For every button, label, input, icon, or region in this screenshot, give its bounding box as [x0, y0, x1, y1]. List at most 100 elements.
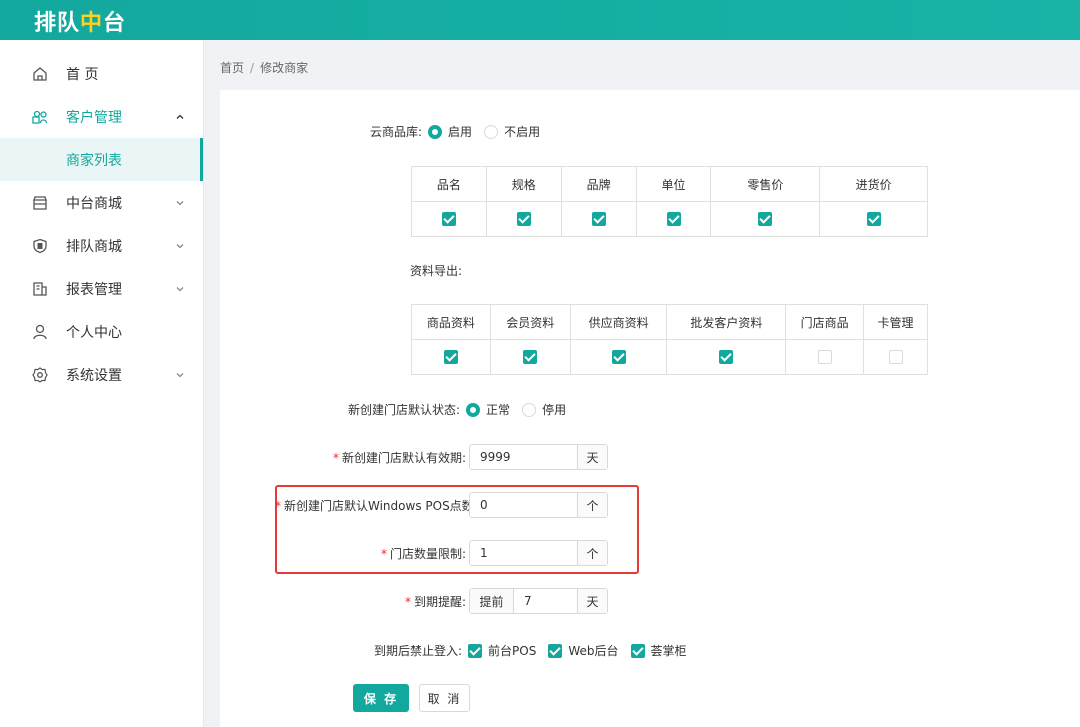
checkbox-pinming[interactable]	[441, 212, 456, 227]
radio-unchecked-icon	[522, 402, 537, 417]
checkbox-supplier-data[interactable]	[611, 350, 626, 365]
sidebar-item-label: 报表管理	[66, 281, 122, 298]
checkbox-store-goods[interactable]	[817, 350, 832, 365]
table-header-row: 商品资料 会员资料 供应商资料 批发客户资料 门店商品 卡管理	[411, 304, 928, 340]
radio-checked-icon	[466, 402, 481, 417]
sidebar-item-label: 中台商城	[66, 195, 122, 212]
store-limit-input[interactable]: 1	[470, 541, 577, 565]
cancel-button[interactable]: 取 消	[419, 684, 470, 712]
top-bar: 排队中台	[0, 0, 1080, 40]
validity-input[interactable]: 9999	[470, 445, 577, 469]
sidebar-item-mid-mall[interactable]: 中台商城	[0, 181, 203, 224]
sidebar-item-label: 客户管理	[66, 109, 122, 126]
report-icon	[32, 281, 48, 297]
expire-remind-input-group: 提前 7 天	[469, 588, 608, 614]
shield-icon	[32, 238, 48, 254]
export-row: 资料导出:	[410, 262, 462, 279]
sidebar-item-label: 排队商城	[66, 238, 122, 255]
required-mark: *	[332, 450, 339, 465]
form-panel: 云商品库: 启用 不启用 品名 规格 品牌 单位 零售价 进货价 资料导出: 商…	[220, 90, 1080, 727]
gear-icon	[32, 366, 48, 383]
checkbox-guige[interactable]	[516, 212, 531, 227]
block-huizhanggui-checkbox[interactable]: 荟掌柜	[630, 642, 687, 659]
save-button[interactable]: 保 存	[353, 684, 409, 712]
table-header: 进货价	[819, 166, 928, 202]
validity-row: * 新创建门店默认有效期: 9999 天	[325, 444, 608, 470]
default-status-row: 新创建门店默认状态: 正常 停用	[348, 401, 578, 418]
table-header: 品名	[411, 166, 487, 202]
checkbox-wholesale-data[interactable]	[719, 350, 734, 365]
table-header: 单位	[635, 166, 712, 202]
cloud-library-enable-radio[interactable]: 启用	[428, 123, 472, 140]
breadcrumb: 首页 / 修改商家	[220, 61, 309, 75]
breadcrumb-home[interactable]: 首页	[220, 61, 244, 75]
app-logo[interactable]: 排队中台	[34, 5, 126, 37]
pos-count-input[interactable]: 0	[470, 493, 577, 517]
checkbox-checked-icon	[630, 643, 645, 658]
status-normal-radio[interactable]: 正常	[466, 401, 510, 418]
sidebar-item-customers[interactable]: 客户管理	[0, 95, 203, 138]
expire-block-label: 到期后禁止登入:	[374, 644, 463, 658]
store-limit-label: 门店数量限制:	[389, 546, 466, 561]
store-limit-unit: 个	[577, 541, 607, 565]
checkbox-purchase-price[interactable]	[866, 212, 881, 227]
required-mark: *	[275, 498, 281, 513]
table-header: 会员资料	[489, 304, 571, 340]
sidebar-item-profile[interactable]: 个人中心	[0, 310, 203, 353]
store-limit-row: * 门店数量限制: 1 个	[275, 540, 608, 566]
sidebar-item-label: 个人中心	[66, 324, 122, 341]
expire-remind-input[interactable]: 7	[514, 589, 577, 613]
required-mark: *	[404, 594, 411, 609]
pos-count-input-group: 0 个	[469, 492, 608, 518]
sidebar-item-queue-mall[interactable]: 排队商城	[0, 224, 203, 267]
expire-remind-prefix: 提前	[470, 589, 514, 613]
sidebar-item-label: 系统设置	[66, 367, 122, 384]
sidebar-item-label: 首 页	[66, 66, 99, 83]
main-content: 首页 / 修改商家 云商品库: 启用 不启用 品名 规格 品牌 单位 零售价 进货价	[205, 40, 1080, 727]
sidebar-item-settings[interactable]: 系统设置	[0, 353, 203, 396]
sidebar-item-reports[interactable]: 报表管理	[0, 267, 203, 310]
validity-unit: 天	[577, 445, 607, 469]
chevron-down-icon	[175, 196, 185, 206]
radio-unchecked-icon	[484, 124, 499, 139]
table-header: 商品资料	[411, 304, 491, 340]
block-web-admin-checkbox[interactable]: Web后台	[548, 642, 619, 659]
chevron-down-icon	[175, 239, 185, 249]
cloud-fields-table: 品名 规格 品牌 单位 零售价 进货价	[411, 166, 928, 237]
expire-remind-row: * 到期提醒: 提前 7 天	[325, 588, 608, 614]
export-label: 资料导出:	[410, 264, 463, 278]
validity-input-group: 9999 天	[469, 444, 608, 470]
expire-block-row: 到期后禁止登入: 前台POS Web后台 荟掌柜	[374, 642, 699, 659]
store-limit-input-group: 1 个	[469, 540, 608, 566]
table-header: 门店商品	[785, 304, 865, 340]
default-status-label: 新创建门店默认状态:	[348, 403, 461, 417]
checkbox-member-data[interactable]	[523, 350, 538, 365]
status-disabled-radio[interactable]: 停用	[522, 401, 566, 418]
checkbox-goods-data[interactable]	[443, 350, 458, 365]
chevron-down-icon	[175, 368, 185, 378]
table-row	[411, 339, 928, 375]
pos-count-unit: 个	[577, 493, 607, 517]
checkbox-checked-icon	[548, 643, 563, 658]
checkbox-pinpai[interactable]	[591, 212, 606, 227]
store-icon	[32, 195, 48, 211]
block-front-pos-checkbox[interactable]: 前台POS	[468, 642, 536, 659]
sidebar-subitem-merchant-list[interactable]: 商家列表	[0, 138, 203, 181]
table-header: 供应商资料	[569, 304, 668, 340]
table-header: 零售价	[710, 166, 821, 202]
cloud-library-label: 云商品库:	[370, 125, 423, 139]
sidebar-item-home[interactable]: 首 页	[0, 52, 203, 95]
table-header: 规格	[485, 166, 562, 202]
table-header-row: 品名 规格 品牌 单位 零售价 进货价	[411, 166, 928, 202]
checkbox-card-manage[interactable]	[888, 350, 903, 365]
cloud-library-row: 云商品库: 启用 不启用	[370, 123, 552, 140]
user-icon	[32, 324, 48, 340]
expire-remind-unit: 天	[577, 589, 607, 613]
required-mark: *	[380, 546, 387, 561]
cloud-library-disable-radio[interactable]: 不启用	[484, 123, 540, 140]
checkbox-danwei[interactable]	[666, 212, 681, 227]
checkbox-retail-price[interactable]	[758, 212, 773, 227]
customers-icon	[32, 109, 48, 125]
expire-remind-label: 到期提醒:	[413, 594, 466, 609]
radio-checked-icon	[428, 124, 443, 139]
